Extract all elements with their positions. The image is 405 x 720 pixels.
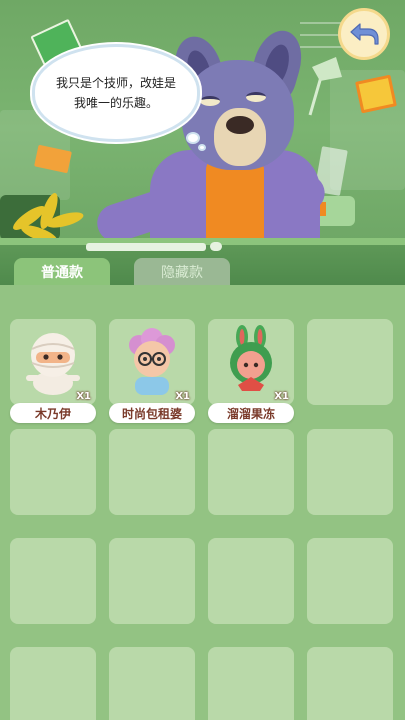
collection-slot-empty[interactable] [208,538,294,624]
collection-slot-mummy[interactable]: X1 木乃伊 [10,319,96,423]
collection-slot-empty[interactable] [307,429,393,515]
collection-slot-empty[interactable] [109,647,195,720]
collection-slot-empty[interactable] [307,319,393,405]
collection-slot-empty[interactable] [10,647,96,720]
collection-slot-empty[interactable] [10,429,96,515]
landlady-figure-icon [129,328,175,395]
bubble-tail [186,132,200,144]
hero-scene: 我只是个技师，改娃是我唯一的乐趣。 [0,0,405,285]
collection-slot-empty[interactable] [109,429,195,515]
collection-grid: X1 木乃伊 X1 时尚包租婆 X1 溜溜果冻 [0,285,405,720]
figure-name: 木乃伊 [10,403,96,423]
tab-normal[interactable]: 普通款 [14,258,110,286]
tab-hidden[interactable]: 隐藏款 [134,258,230,286]
collection-slot-empty[interactable] [307,538,393,624]
back-arrow-icon [350,23,379,45]
wolf-nose [226,116,254,134]
figure-name: 时尚包租婆 [109,403,195,423]
collection-slot-empty[interactable] [307,647,393,720]
mummy-figure-icon [26,333,80,395]
keyboard [86,243,206,251]
dialogue-text: 我只是个技师，改娃是我唯一的乐趣。 [55,76,176,110]
speech-bubble: 我只是个技师，改娃是我唯一的乐趣。 [32,44,200,142]
collection-slot-empty[interactable] [10,538,96,624]
wolf-eye [246,92,266,102]
quantity-badge: X1 [175,391,190,402]
collection-slot-empty[interactable] [109,538,195,624]
collection-slot-empty[interactable] [208,647,294,720]
collection-slot-empty[interactable] [208,429,294,515]
mouse [210,242,222,251]
quantity-badge: X1 [274,391,289,402]
quantity-badge: X1 [76,391,91,402]
wolf-eye [200,96,220,106]
collection-slot-jelly[interactable]: X1 溜溜果冻 [208,319,294,423]
back-button[interactable] [338,8,390,60]
figure-name: 溜溜果冻 [208,403,294,423]
collection-slot-landlady[interactable]: X1 时尚包租婆 [109,319,195,423]
jelly-bunny-figure-icon [230,325,272,391]
bubble-tail [198,144,206,151]
